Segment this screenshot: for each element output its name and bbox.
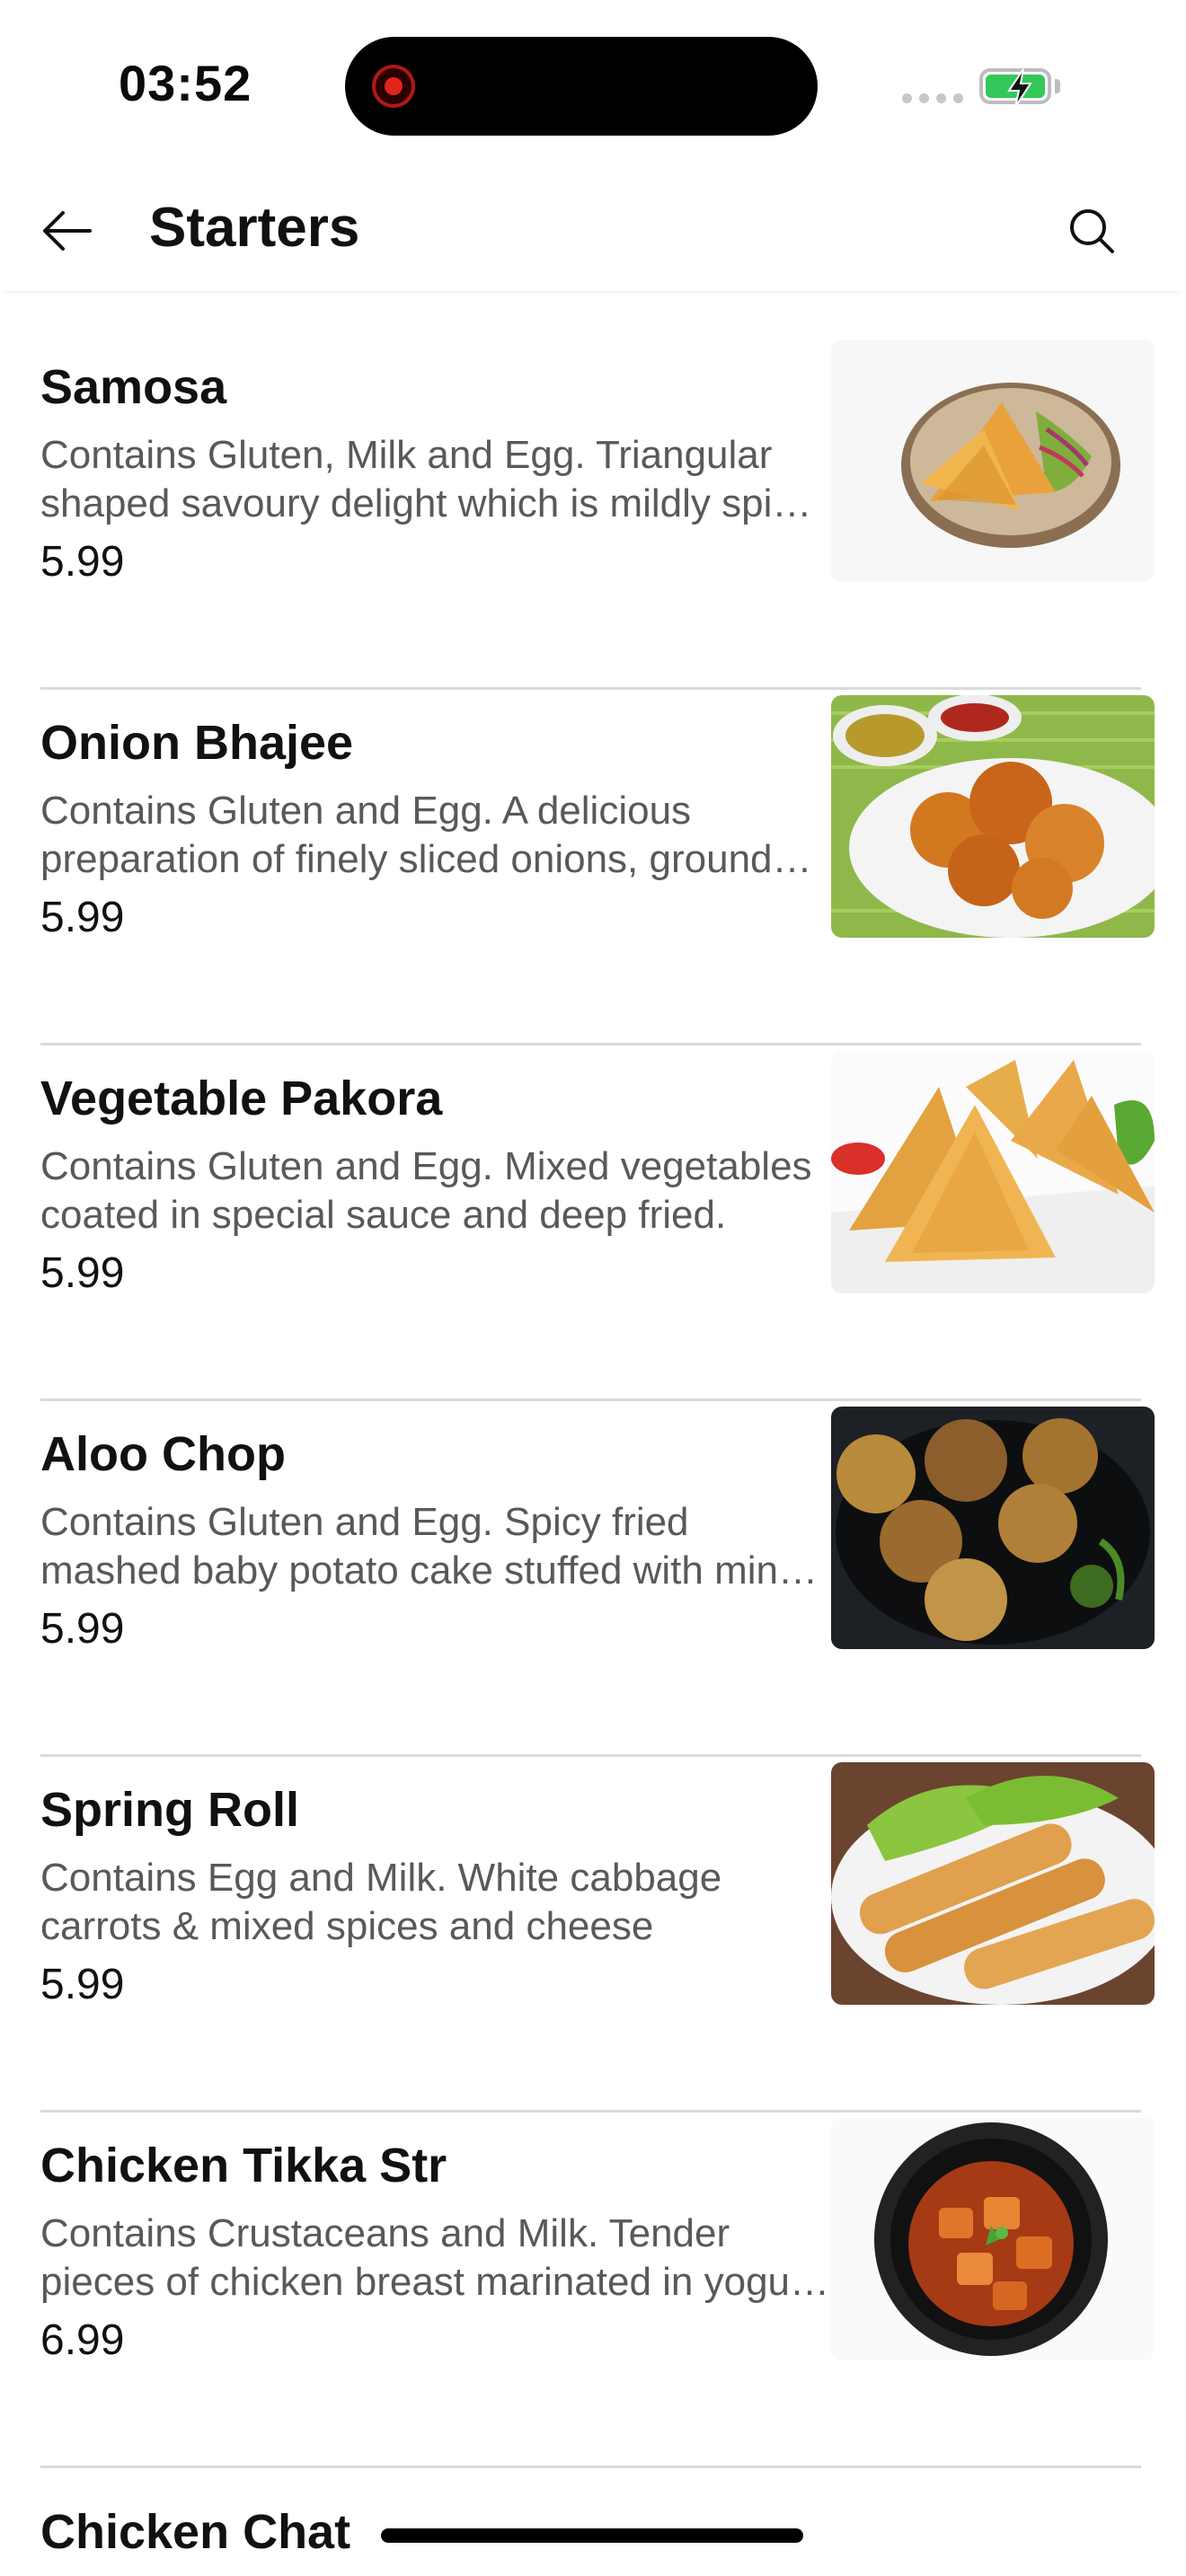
item-description: Contains Gluten and Egg. Mixed vegetable… bbox=[40, 1142, 831, 1239]
item-name: Samosa bbox=[40, 360, 227, 414]
item-description-line: Contains Gluten and Egg. Spicy fried bbox=[40, 1500, 689, 1544]
item-description-line: carrots & mixed spices and cheese bbox=[40, 1904, 654, 1948]
item-description-line: Contains Gluten, Milk and Egg. Triangula… bbox=[40, 433, 773, 477]
recording-indicator-icon bbox=[372, 65, 415, 108]
status-bar: 03:52 bbox=[0, 0, 1186, 171]
item-image bbox=[831, 1762, 1155, 2005]
home-indicator[interactable] bbox=[381, 2528, 803, 2543]
item-image bbox=[831, 2118, 1155, 2360]
battery-icon bbox=[979, 68, 1051, 108]
app-header: Starters bbox=[0, 171, 1186, 291]
page-title: Starters bbox=[149, 197, 360, 259]
menu-item[interactable]: Samosa Contains Gluten, Milk and Egg. Tr… bbox=[0, 334, 1186, 690]
item-name: Vegetable Pakora bbox=[40, 1072, 443, 1125]
item-description-line: Contains Gluten and Egg. Mixed vegetable… bbox=[40, 1144, 812, 1188]
item-image bbox=[831, 695, 1155, 938]
item-description: Contains Egg and Milk. White cabbage car… bbox=[40, 1854, 831, 1951]
signal-dots-icon bbox=[902, 93, 963, 103]
item-price: 5.99 bbox=[40, 894, 125, 941]
item-image bbox=[831, 1407, 1155, 1649]
item-name: Spring Roll bbox=[40, 1783, 299, 1837]
item-description-line: Contains Crustaceans and Milk. Tender bbox=[40, 2211, 730, 2255]
item-description-line: preparation of finely sliced onions, gro… bbox=[40, 837, 812, 881]
item-name[interactable]: Chicken Chat bbox=[40, 2504, 350, 2560]
menu-item[interactable]: Onion Bhajee Contains Gluten and Egg. A … bbox=[0, 690, 1186, 1045]
item-description-line: mashed baby potato cake stuffed with min… bbox=[40, 1548, 819, 1592]
item-description-line: coated in special sauce and deep fried. bbox=[40, 1193, 727, 1237]
item-description-line: Contains Gluten and Egg. A delicious bbox=[40, 789, 692, 833]
battery-cap bbox=[1055, 79, 1060, 93]
item-price: 5.99 bbox=[40, 1249, 125, 1297]
item-name: Chicken Tikka Str bbox=[40, 2139, 447, 2192]
item-divider bbox=[40, 2466, 1141, 2468]
status-time: 03:52 bbox=[119, 55, 252, 111]
menu-item[interactable]: Aloo Chop Contains Gluten and Egg. Spicy… bbox=[0, 1401, 1186, 1757]
item-price: 5.99 bbox=[40, 538, 125, 586]
search-button[interactable] bbox=[1060, 199, 1123, 262]
item-image bbox=[831, 1051, 1155, 1293]
item-image bbox=[831, 340, 1155, 582]
back-button[interactable] bbox=[34, 201, 99, 260]
charging-bolt-icon bbox=[1007, 68, 1032, 108]
item-price: 5.99 bbox=[40, 1961, 125, 2008]
item-price: 6.99 bbox=[40, 2316, 125, 2364]
app-screen: 03:52 Starters Samosa Contains Gluten, M… bbox=[0, 0, 1186, 2576]
item-description: Contains Gluten and Egg. Spicy fried mas… bbox=[40, 1498, 831, 1595]
dynamic-island bbox=[345, 37, 818, 136]
menu-list: Samosa Contains Gluten, Milk and Egg. Tr… bbox=[0, 334, 1186, 2468]
menu-item[interactable]: Spring Roll Contains Egg and Milk. White… bbox=[0, 1757, 1186, 2113]
search-icon bbox=[1070, 209, 1114, 253]
menu-item[interactable]: Chicken Tikka Str Contains Crustaceans a… bbox=[0, 2113, 1186, 2468]
menu-item[interactable]: Vegetable Pakora Contains Gluten and Egg… bbox=[0, 1045, 1186, 1401]
item-price: 5.99 bbox=[40, 1605, 125, 1653]
item-description: Contains Gluten and Egg. A delicious pre… bbox=[40, 787, 831, 884]
battery-level bbox=[986, 68, 1045, 108]
item-name: Aloo Chop bbox=[40, 1427, 286, 1481]
item-description-line: shaped savoury delight which is mildly s… bbox=[40, 481, 831, 525]
item-description-line: pieces of chicken breast marinated in yo… bbox=[40, 2260, 830, 2304]
item-description: Contains Crustaceans and Milk. Tender pi… bbox=[40, 2210, 831, 2307]
item-description-line: Contains Egg and Milk. White cabbage bbox=[40, 1856, 722, 1900]
item-name: Onion Bhajee bbox=[40, 716, 354, 770]
item-description: Contains Gluten, Milk and Egg. Triangula… bbox=[40, 431, 831, 528]
arrow-left-icon bbox=[43, 211, 92, 251]
